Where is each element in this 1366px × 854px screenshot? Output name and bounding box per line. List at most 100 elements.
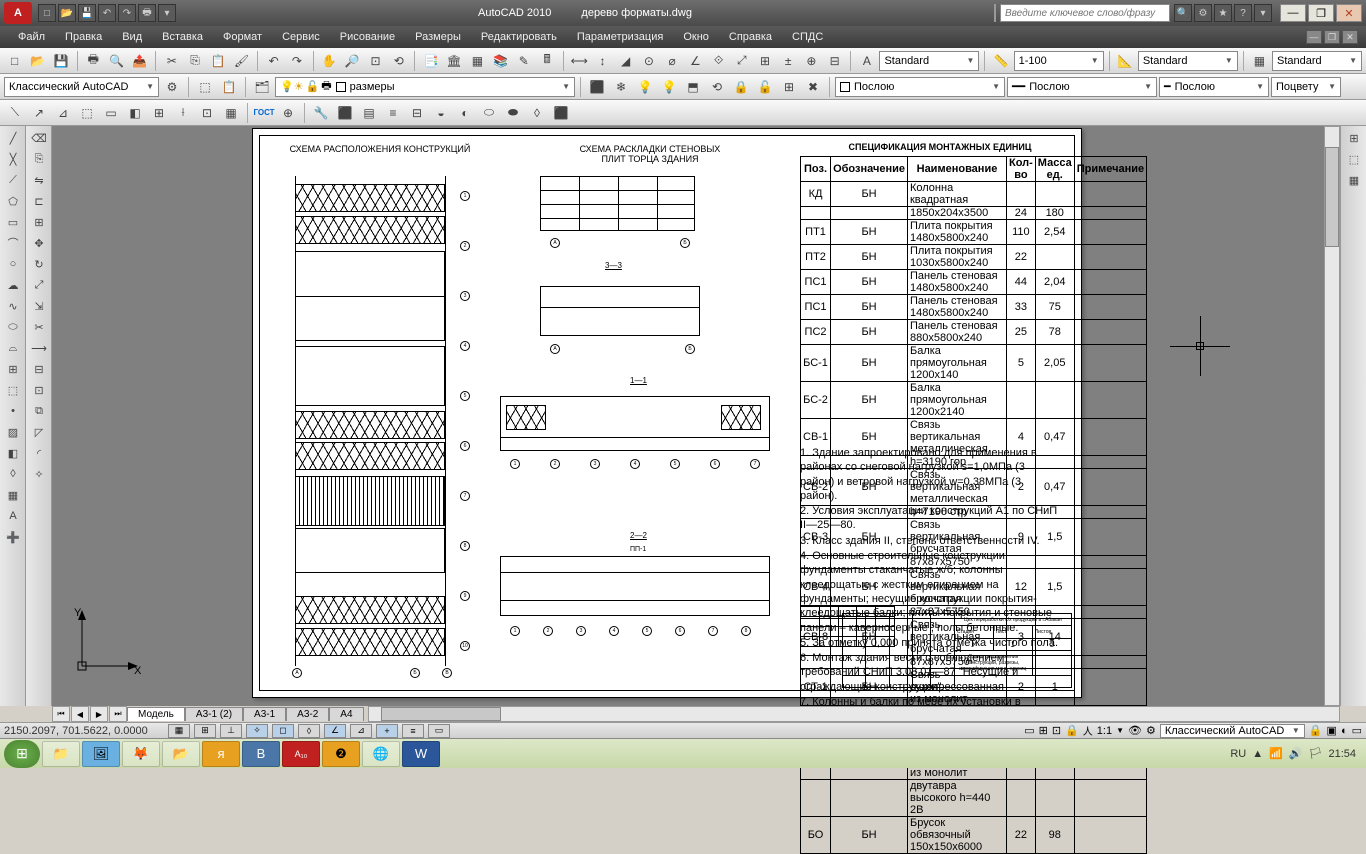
spline-icon[interactable]: ∿	[2, 296, 24, 316]
new-icon[interactable]: □	[4, 50, 25, 72]
osnap-toggle[interactable]: ◻	[272, 724, 294, 738]
dim6-icon[interactable]: ∠	[685, 50, 706, 72]
status-workspace-combo[interactable]: Классический AutoCAD▼	[1160, 724, 1305, 738]
otrack-toggle[interactable]: ∠	[324, 724, 346, 738]
app-menu-button[interactable]: A	[4, 2, 32, 24]
sheetset-icon[interactable]: 📚	[490, 50, 511, 72]
mdi-minimize-button[interactable]: —	[1306, 30, 1322, 44]
annovis-icon[interactable]: 👁	[1128, 724, 1142, 737]
qat-redo-icon[interactable]: ↷	[118, 4, 136, 22]
spds22-icon[interactable]: ◊	[526, 102, 548, 124]
close-button[interactable]: ✕	[1336, 4, 1362, 22]
pline-icon[interactable]: ⟋	[2, 170, 24, 190]
dim11-icon[interactable]: ⊕	[801, 50, 822, 72]
tab-last-icon[interactable]: ⏭	[109, 706, 127, 722]
revcloud-icon[interactable]: ☁	[2, 275, 24, 295]
redo-icon[interactable]: ↷	[286, 50, 307, 72]
paste-icon[interactable]: 📋	[208, 50, 229, 72]
tray-action-icon[interactable]: 🏳	[1309, 747, 1323, 760]
spds3-icon[interactable]: ⊿	[52, 102, 74, 124]
layer-states-icon[interactable]: 📋	[218, 76, 240, 98]
region-icon[interactable]: ◊	[2, 464, 24, 484]
favorites-icon[interactable]: ★	[1214, 4, 1232, 22]
task-firefox[interactable]: 🦊	[122, 741, 160, 767]
layerprop-icon[interactable]: 🗂	[251, 76, 273, 98]
scale-label[interactable]: 1:1	[1097, 725, 1112, 737]
cleanscreen-icon[interactable]: ▭	[1352, 724, 1362, 737]
qview-icon[interactable]: ⊞	[1039, 724, 1048, 737]
task-photoviewer[interactable]: 🖼	[82, 741, 120, 767]
spds12-icon[interactable]: ⊕	[277, 102, 299, 124]
ellipse-icon[interactable]: ⬭	[2, 317, 24, 337]
move-icon[interactable]: ✥	[28, 233, 50, 253]
search-icon[interactable]: 🔍	[1174, 4, 1192, 22]
tab-first-icon[interactable]: ⏮	[52, 706, 70, 722]
layeroff-icon[interactable]: 💡	[634, 76, 656, 98]
menu-modify[interactable]: Редактировать	[471, 28, 567, 46]
array-icon[interactable]: ⊞	[28, 212, 50, 232]
lang-indicator[interactable]: RU	[1230, 748, 1246, 760]
join-icon[interactable]: ⧉	[28, 401, 50, 421]
annoauto-icon[interactable]: ⚙	[1146, 724, 1156, 737]
save-icon[interactable]: 💾	[50, 50, 71, 72]
start-button[interactable]: ⊞	[4, 740, 40, 768]
task-chrome[interactable]: 🌐	[362, 741, 400, 767]
drawing-area[interactable]: СХЕМА РАСПОЛОЖЕНИЯ КОНСТРУКЦИЙ СХЕМА РАС…	[52, 126, 1340, 706]
dim5-icon[interactable]: ⌀	[662, 50, 683, 72]
hatch-icon[interactable]: ▨	[2, 422, 24, 442]
dim12-icon[interactable]: ⊟	[824, 50, 845, 72]
dim4-icon[interactable]: ⊙	[638, 50, 659, 72]
markup-icon[interactable]: ✎	[513, 50, 534, 72]
tablestyle-combo[interactable]: Standard▼	[1272, 51, 1362, 71]
explode-icon[interactable]: ✧	[28, 464, 50, 484]
menu-draw[interactable]: Рисование	[330, 28, 405, 46]
mdi-close-button[interactable]: ✕	[1342, 30, 1358, 44]
spds15-icon[interactable]: ▤	[358, 102, 380, 124]
layerfrz-icon[interactable]: ❄	[610, 76, 632, 98]
dimscale-combo[interactable]: 1-100▼	[1014, 51, 1104, 71]
textstyle-combo[interactable]: Standard▼	[879, 51, 979, 71]
spds8-icon[interactable]: ⟊	[172, 102, 194, 124]
tablestyle-icon[interactable]: ▦	[1249, 50, 1270, 72]
menu-insert[interactable]: Вставка	[152, 28, 213, 46]
erase-icon[interactable]: ⌫	[28, 128, 50, 148]
dim9-icon[interactable]: ⊞	[754, 50, 775, 72]
point-icon[interactable]: •	[2, 401, 24, 421]
spds2-icon[interactable]: ↗	[28, 102, 50, 124]
menu-help[interactable]: Справка	[719, 28, 782, 46]
qp-toggle[interactable]: ▭	[428, 724, 450, 738]
task-vk[interactable]: В	[242, 741, 280, 767]
ortho-toggle[interactable]: ⊥	[220, 724, 242, 738]
xline-icon[interactable]: ╳	[2, 149, 24, 169]
grid-toggle[interactable]: ⊞	[194, 724, 216, 738]
dimstyle-combo[interactable]: Standard▼	[1138, 51, 1238, 71]
rtool2-icon[interactable]: ⬚	[1343, 149, 1365, 169]
task-explorer[interactable]: 📁	[42, 741, 80, 767]
task-ok[interactable]: я	[202, 741, 240, 767]
offset-icon[interactable]: ⊏	[28, 191, 50, 211]
layout-tab-1[interactable]: А3-1 (2)	[185, 707, 243, 721]
qat-undo-icon[interactable]: ↶	[98, 4, 116, 22]
isolate-icon[interactable]: ◐	[1341, 725, 1348, 737]
spds10-icon[interactable]: ▦	[220, 102, 242, 124]
tab-prev-icon[interactable]: ◀	[71, 706, 89, 722]
zoomprev-icon[interactable]: ⟲	[388, 50, 409, 72]
menu-edit[interactable]: Правка	[55, 28, 112, 46]
lock-ui-icon[interactable]: 🔒	[1309, 724, 1323, 737]
publish-icon[interactable]: 📤	[129, 50, 150, 72]
task-app2[interactable]: ❷	[322, 741, 360, 767]
trim-icon[interactable]: ✂	[28, 317, 50, 337]
rtool1-icon[interactable]: ⊞	[1343, 128, 1365, 148]
qat-open-icon[interactable]: 📂	[58, 4, 76, 22]
mtext-icon[interactable]: A	[2, 506, 24, 526]
menu-view[interactable]: Вид	[112, 28, 152, 46]
rtool3-icon[interactable]: ▦	[1343, 170, 1365, 190]
color-combo[interactable]: Послою▼	[835, 77, 1005, 97]
scale-icon[interactable]: ⤢	[28, 275, 50, 295]
circle-icon[interactable]: ○	[2, 254, 24, 274]
pan-icon[interactable]: ✋	[319, 50, 340, 72]
ellipsearc-icon[interactable]: ⌓	[2, 338, 24, 358]
lineweight-combo[interactable]: ━Послою▼	[1159, 77, 1269, 97]
layeron-icon[interactable]: 💡	[658, 76, 680, 98]
layer-man-icon[interactable]: ⬚	[194, 76, 216, 98]
